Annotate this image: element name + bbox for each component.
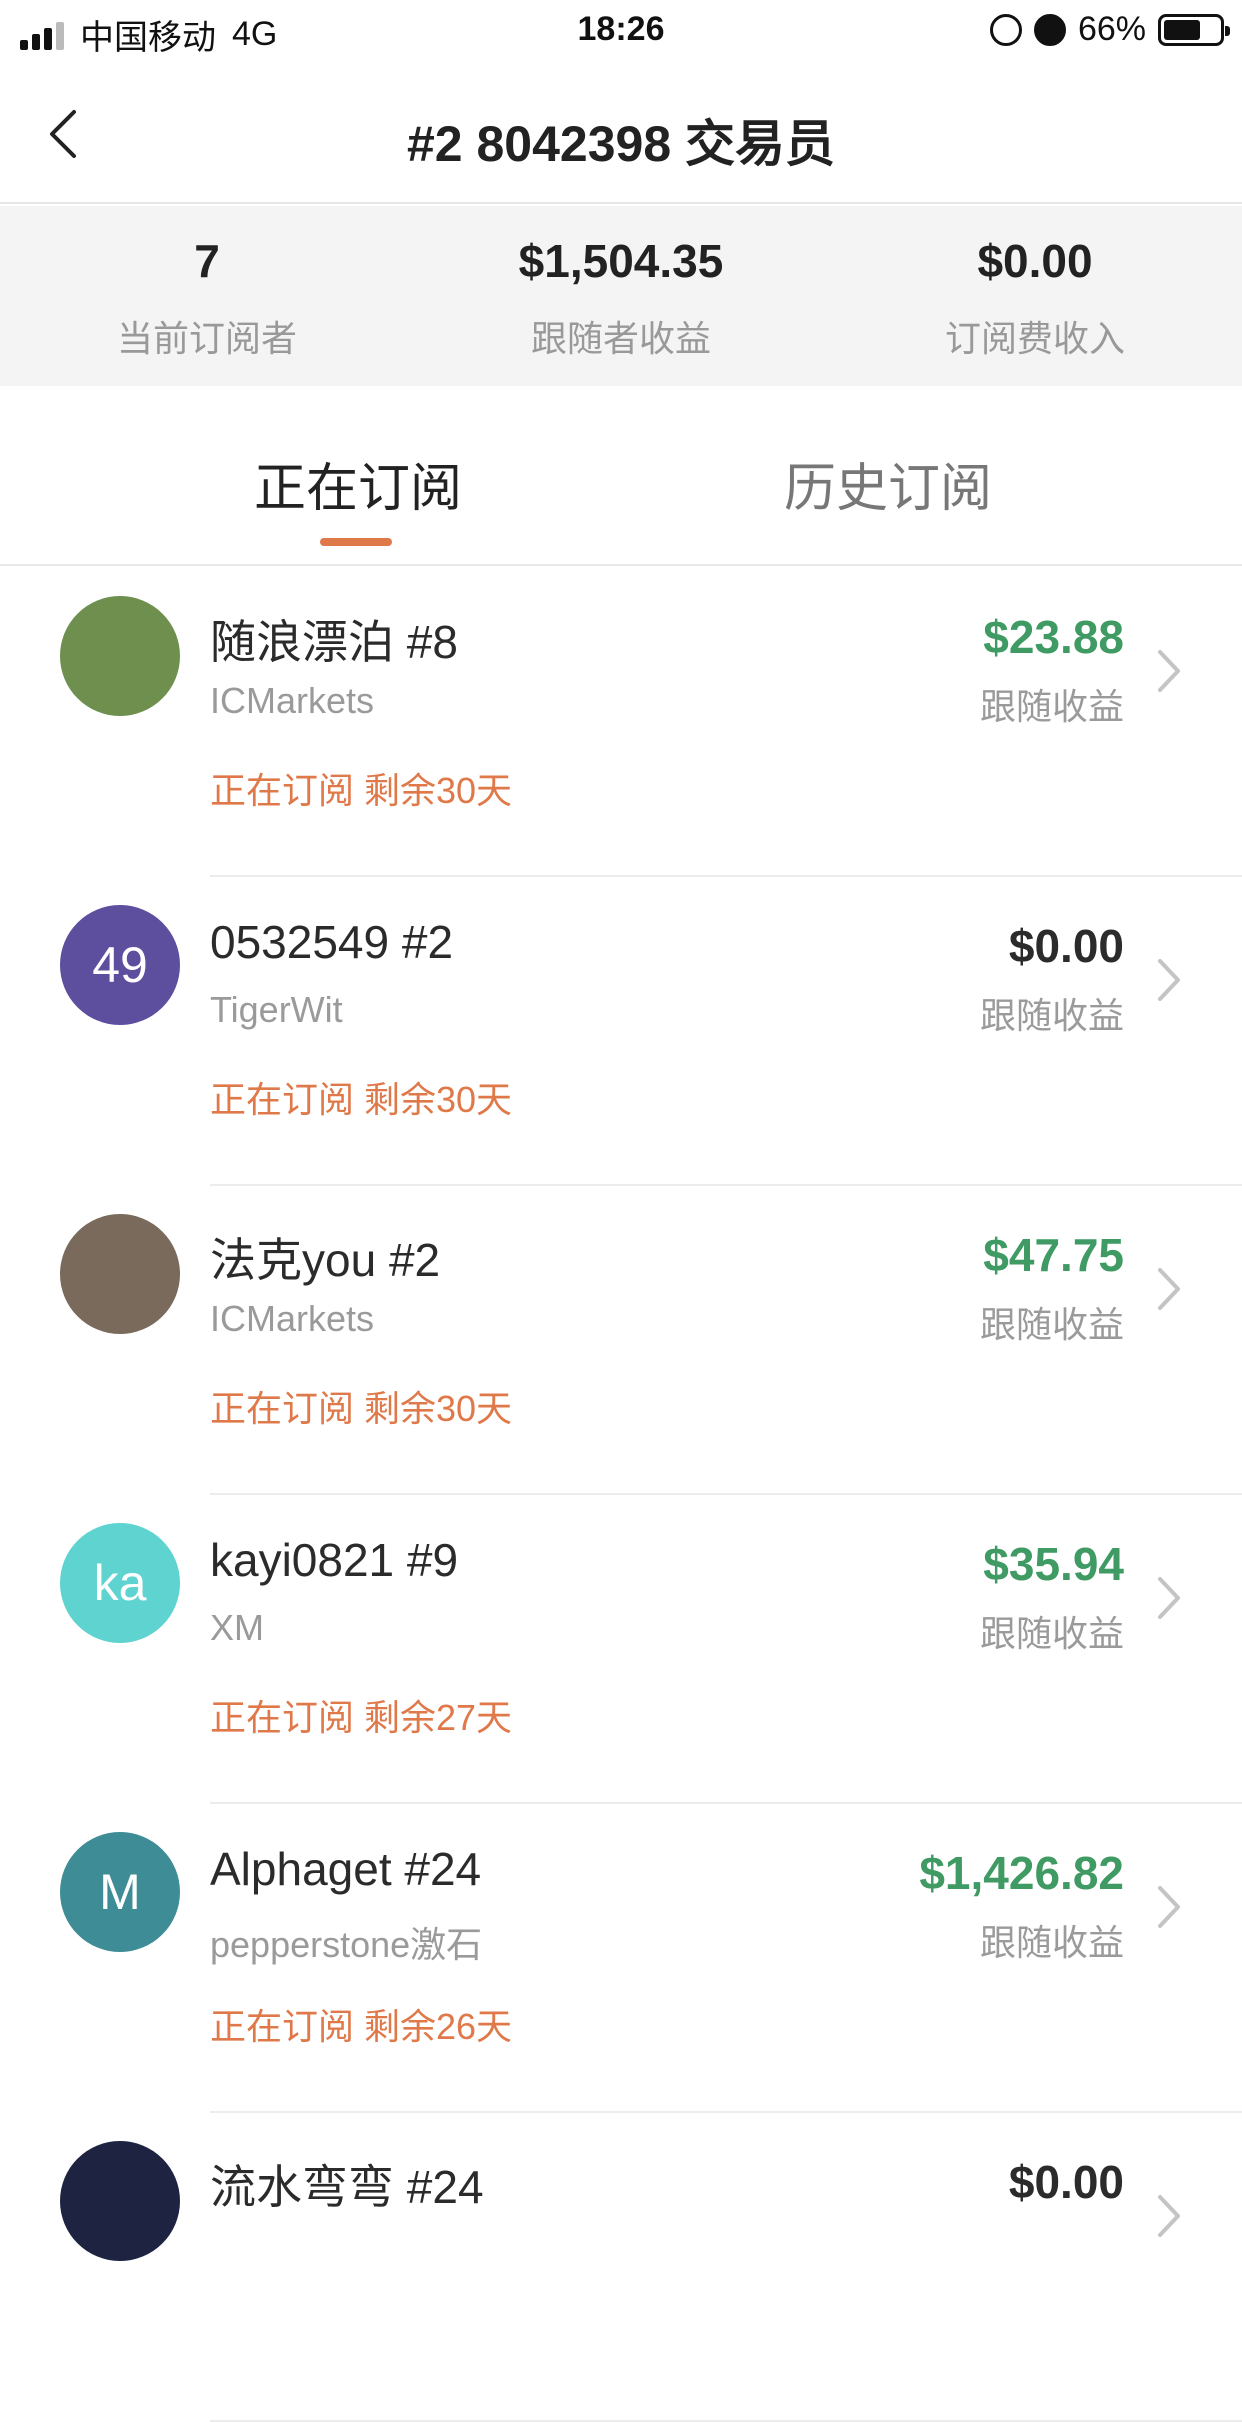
chevron-right-icon[interactable]	[1154, 1573, 1184, 1623]
subscriber-name: 0532549 #2	[210, 916, 454, 968]
subscription-status: 正在订阅 剩余30天	[210, 770, 513, 811]
alarm-icon	[1033, 13, 1066, 46]
tab-active-indicator	[320, 538, 392, 546]
subscriber-row[interactable]: M Alphaget #24 pepperstone激石 正在订阅 剩余26天 $1,4…	[0, 1804, 1242, 2113]
subscriber-name: 法克you #2	[210, 1234, 441, 1286]
subscriber-list: 随浪漂泊 #8 ICMarkets 正在订阅 剩余30天 $23.88 跟随收益 49 05…	[0, 568, 1242, 2422]
battery-icon	[1158, 13, 1230, 46]
subscriber-name: 流水弯弯 #24	[210, 2161, 484, 2213]
broker-name: TigerWit	[210, 989, 343, 1030]
broker-name: ICMarkets	[210, 1298, 375, 1339]
follow-earnings-label: 跟随收益	[979, 686, 1124, 727]
follow-earnings-value: $0.00	[1008, 920, 1124, 972]
tab-history-subscriptions[interactable]: 历史订阅	[784, 446, 992, 521]
subscriber-row[interactable]: 49 0532549 #2 TigerWit 正在订阅 剩余30天 $0.00 跟随收益	[0, 877, 1242, 1186]
chevron-right-icon[interactable]	[1154, 1264, 1184, 1314]
subscriber-row[interactable]: 法克you #2 ICMarkets 正在订阅 剩余30天 $47.75 跟随收益	[0, 1186, 1242, 1495]
stat-value: $0.00	[977, 235, 1093, 287]
subscriber-row[interactable]: 随浪漂泊 #8 ICMarkets 正在订阅 剩余30天 $23.88 跟随收益	[0, 568, 1242, 877]
avatar: M	[60, 1832, 180, 1952]
avatar: ka	[60, 1523, 180, 1643]
subscription-status: 正在订阅 剩余26天	[210, 2006, 513, 2047]
follow-earnings-label: 跟随收益	[979, 1613, 1124, 1654]
avatar	[60, 2141, 180, 2261]
stat-label: 跟随者收益	[530, 318, 711, 359]
follow-earnings-value: $1,426.82	[919, 1847, 1124, 1899]
stat-label: 订阅费收入	[944, 318, 1125, 359]
nav-bar: #2 8042398 交易员	[0, 62, 1242, 204]
chevron-right-icon[interactable]	[1154, 2191, 1184, 2241]
subscription-status: 正在订阅 剩余30天	[210, 1388, 513, 1429]
avatar: 49	[60, 905, 180, 1025]
follow-earnings-label: 跟随收益	[979, 995, 1124, 1036]
status-right: 66%	[989, 10, 1230, 49]
subscriber-name: Alphaget #24	[210, 1843, 482, 1895]
stats-panel: 7 当前订阅者 $1,504.35 跟随者收益 $0.00 订阅费收入	[0, 206, 1242, 386]
subscription-status: 正在订阅 剩余30天	[210, 1079, 513, 1120]
stat-follower-earnings: $1,504.35 跟随者收益	[414, 206, 828, 386]
stat-subscription-income: $0.00 订阅费收入	[828, 206, 1242, 386]
chevron-right-icon[interactable]	[1154, 1882, 1184, 1932]
avatar	[60, 1214, 180, 1334]
stat-label: 当前订阅者	[116, 318, 297, 359]
page-title: #2 8042398 交易员	[406, 116, 836, 172]
rotation-lock-icon	[989, 13, 1022, 46]
status-bar: 中国移动 4G 18:26 66%	[0, 0, 1242, 62]
subscriber-row[interactable]: ka kayi0821 #9 XM 正在订阅 剩余27天 $35.94 跟随收益	[0, 1495, 1242, 1804]
stat-value: 7	[194, 235, 220, 287]
subscriber-name: 随浪漂泊 #8	[210, 616, 458, 668]
chevron-right-icon[interactable]	[1154, 955, 1184, 1005]
chevron-right-icon[interactable]	[1154, 646, 1184, 696]
follow-earnings-value: $35.94	[983, 1538, 1124, 1590]
broker-name: ICMarkets	[210, 680, 375, 721]
battery-percent: 66%	[1077, 10, 1146, 48]
stat-value: $1,504.35	[518, 235, 724, 287]
battery-fill	[1164, 19, 1200, 40]
follow-earnings-value: $23.88	[983, 611, 1124, 663]
avatar	[60, 596, 180, 716]
broker-name: XM	[210, 1607, 264, 1648]
tab-bar: 正在订阅 历史订阅	[0, 386, 1242, 566]
follow-earnings-value: $0.00	[1008, 2156, 1124, 2208]
follow-earnings-value: $47.75	[983, 1229, 1124, 1281]
broker-name: pepperstone激石	[210, 1924, 483, 1965]
tab-current-subscriptions[interactable]: 正在订阅	[254, 446, 462, 521]
subscriber-name: kayi0821 #9	[210, 1534, 459, 1586]
subscriber-row[interactable]: 流水弯弯 #24 $0.00	[0, 2113, 1242, 2422]
stat-subscribers: 7 当前订阅者	[0, 206, 414, 386]
follow-earnings-label: 跟随收益	[979, 1304, 1124, 1345]
subscription-status: 正在订阅 剩余27天	[210, 1697, 513, 1738]
follow-earnings-label: 跟随收益	[979, 1922, 1124, 1963]
